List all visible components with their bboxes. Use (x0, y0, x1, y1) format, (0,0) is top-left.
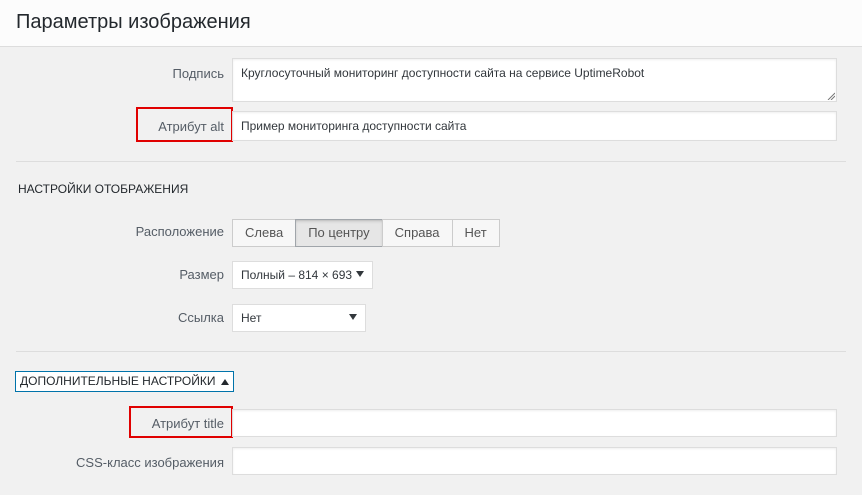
page-header: Параметры изображения (0, 0, 862, 47)
display-settings-title: НАСТРОЙКИ ОТОБРАЖЕНИЯ (18, 182, 189, 196)
title-attr-input[interactable] (232, 409, 837, 437)
link-select-value: Нет (241, 311, 262, 325)
dropdown-arrow-icon (349, 314, 357, 320)
alt-label: Атрибут alt (158, 119, 224, 134)
caption-label: Подпись (172, 66, 224, 81)
size-label: Размер (179, 267, 224, 282)
resize-grip-icon[interactable] (827, 92, 835, 100)
css-class-label: CSS-класс изображения (76, 455, 224, 470)
align-left-button[interactable]: Слева (232, 219, 297, 247)
size-select[interactable]: Полный – 814 × 693 (232, 261, 373, 289)
divider (16, 351, 846, 352)
align-center-button[interactable]: По центру (295, 219, 383, 247)
align-button-group: Слева По центру Справа Нет (232, 219, 500, 247)
link-select[interactable]: Нет (232, 304, 366, 332)
align-label: Расположение (135, 224, 224, 239)
triangle-up-icon (221, 378, 230, 385)
title-attr-label: Атрибут title (151, 416, 224, 431)
divider (16, 161, 846, 162)
link-label: Ссылка (177, 310, 224, 325)
size-select-value: Полный – 814 × 693 (241, 268, 353, 282)
caption-textarea[interactable]: Круглосуточный мониторинг доступности са… (232, 58, 837, 102)
align-right-button[interactable]: Справа (381, 219, 453, 247)
advanced-settings-toggle[interactable]: ДОПОЛНИТЕЛЬНЫЕ НАСТРОЙКИ (15, 371, 235, 392)
css-class-input[interactable] (232, 447, 837, 475)
alt-input[interactable] (232, 111, 837, 141)
align-none-button[interactable]: Нет (451, 219, 500, 247)
dropdown-arrow-icon (356, 271, 364, 277)
advanced-settings-label: ДОПОЛНИТЕЛЬНЫЕ НАСТРОЙКИ (20, 374, 216, 388)
page-title: Параметры изображения (16, 11, 251, 33)
